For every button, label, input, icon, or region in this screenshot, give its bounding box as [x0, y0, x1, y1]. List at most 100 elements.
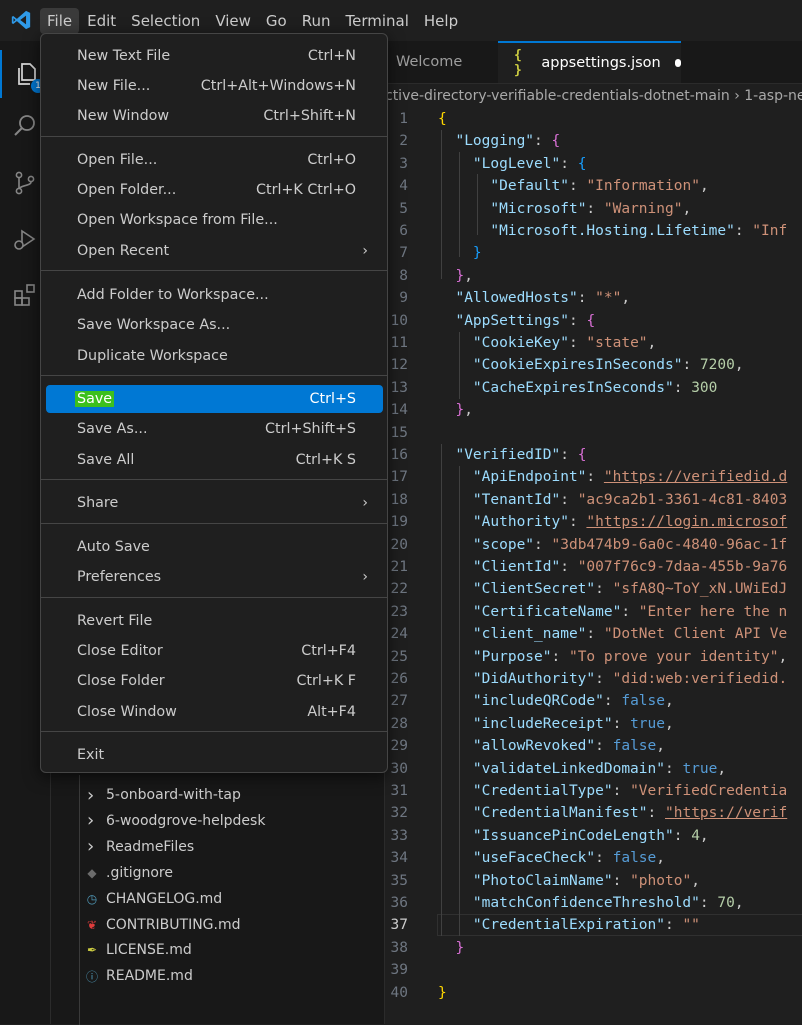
- menu-help[interactable]: Help: [417, 8, 465, 34]
- code-token: }: [472, 245, 482, 262]
- explorer-item[interactable]: › ReadmeFiles: [51, 834, 384, 860]
- code-token: "ApiEndpoint": [472, 469, 587, 486]
- tab-appsettings[interactable]: { } appsettings.json: [498, 41, 681, 83]
- menu-item-save[interactable]: Save Ctrl+S: [46, 385, 383, 413]
- menu-edit[interactable]: Edit: [80, 8, 123, 34]
- breadcrumb[interactable]: ctive-directory-verifiable-credentials-d…: [385, 84, 802, 108]
- code-text: "Default": "Information",: [438, 175, 709, 197]
- menu-view[interactable]: View: [208, 8, 258, 34]
- code-text: "CookieExpiresInSeconds": 7200,: [438, 354, 744, 376]
- code-token: ,: [734, 895, 744, 911]
- menu-item-label: Revert File: [77, 613, 153, 629]
- menu-item-add-folder-to-workspace[interactable]: Add Folder to Workspace...: [46, 281, 383, 309]
- code-token: }: [455, 267, 465, 284]
- menu-item-close-editor[interactable]: Close Editor Ctrl+F4: [46, 637, 383, 665]
- menu-item-save-as[interactable]: Save As... Ctrl+Shift+S: [46, 415, 383, 443]
- menu-item-label: Add Folder to Workspace...: [77, 287, 269, 303]
- code-text: "AppSettings": {: [438, 310, 595, 332]
- menu-item-close-window[interactable]: Close Window Alt+F4: [46, 698, 383, 726]
- code-token: ,: [699, 178, 709, 195]
- code-token: :: [682, 357, 700, 374]
- code-text: "CacheExpiresInSeconds": 300: [438, 377, 717, 399]
- menu-item-label: Save As...: [77, 421, 148, 437]
- code-line: 3 "LogLevel": {: [385, 153, 802, 175]
- menu-item-open-file[interactable]: Open File... Ctrl+O: [46, 146, 383, 174]
- tab-welcome[interactable]: Welcome: [385, 41, 497, 83]
- explorer-item-label: CONTRIBUTING.md: [106, 916, 241, 933]
- menu-item-preferences[interactable]: Preferences ›: [46, 563, 383, 591]
- menu-item-save-workspace-as[interactable]: Save Workspace As...: [46, 311, 383, 339]
- menu-item-share[interactable]: Share ›: [46, 489, 383, 517]
- code-token: "CredentialManifest": [472, 805, 648, 822]
- menu-item-open-recent[interactable]: Open Recent ›: [46, 237, 383, 265]
- code-token: "CacheExpiresInSeconds": [472, 379, 674, 396]
- code-line: 16 "VerifiedID": {: [385, 444, 802, 466]
- code-token: "Authority": [472, 514, 569, 531]
- menu-item-save-all[interactable]: Save All Ctrl+K S: [46, 446, 383, 474]
- menu-item-shortcut: Ctrl+O: [307, 152, 356, 168]
- code-line: 12 "CookieExpiresInSeconds": 7200,: [385, 354, 802, 376]
- menu-item-auto-save[interactable]: Auto Save: [46, 533, 383, 561]
- code-token: "ac9ca2b1-3361-4c81-8403: [577, 491, 788, 508]
- code-line: 7 }: [385, 242, 802, 264]
- explorer-item[interactable]: › 6-woodgrove-helpdesk: [51, 808, 384, 834]
- code-editor[interactable]: 1{2 "Logging": {3 "LogLevel": {4 "Defaul…: [385, 108, 802, 1024]
- menu-item-exit[interactable]: Exit: [46, 741, 383, 769]
- explorer-item[interactable]: ⓘ README.md: [51, 963, 384, 989]
- code-token: true: [630, 715, 665, 732]
- code-line: 2 "Logging": {: [385, 130, 802, 152]
- code-token: :: [612, 872, 631, 889]
- code-line: 34 "useFaceCheck": false,: [385, 847, 802, 869]
- line-number: 13: [390, 379, 408, 396]
- explorer-item[interactable]: ❦ CONTRIBUTING.md: [51, 912, 384, 938]
- menu-item-new-text-file[interactable]: New Text File Ctrl+N: [46, 42, 383, 70]
- menu-item-new-file[interactable]: New File... Ctrl+Alt+Windows+N: [46, 72, 383, 100]
- menu-item-label: Close Window: [77, 704, 177, 720]
- code-token: :: [664, 760, 683, 777]
- menu-item-label: Preferences: [77, 569, 162, 585]
- unsaved-dot-icon[interactable]: [674, 59, 681, 67]
- explorer-item[interactable]: ✒ LICENSE.md: [51, 937, 384, 963]
- menu-item-open-folder[interactable]: Open Folder... Ctrl+K Ctrl+O: [46, 176, 383, 204]
- menu-item-shortcut: Ctrl+Shift+S: [265, 421, 356, 437]
- code-line: 27 "includeQRCode": false,: [385, 690, 802, 712]
- menu-item-close-folder[interactable]: Close Folder Ctrl+K F: [46, 667, 383, 695]
- line-number: 29: [390, 738, 408, 755]
- menu-terminal[interactable]: Terminal: [339, 8, 416, 34]
- menu-item-new-window[interactable]: New Window Ctrl+Shift+N: [46, 102, 383, 130]
- explorer-item[interactable]: ◆ .gitignore: [51, 860, 384, 886]
- menu-selection[interactable]: Selection: [124, 8, 207, 34]
- menu-item-revert-file[interactable]: Revert File: [46, 607, 383, 635]
- menu-go[interactable]: Go: [259, 8, 294, 34]
- menu-item-label: New File...: [77, 78, 151, 94]
- code-token: ,: [734, 357, 744, 374]
- code-line: 9 "AllowedHosts": "*",: [385, 287, 802, 309]
- menu-separator: [41, 136, 387, 137]
- code-token: "https://verif: [665, 805, 788, 822]
- line-number: 31: [390, 783, 408, 799]
- explorer-item[interactable]: › 5-onboard-with-tap: [51, 782, 384, 808]
- code-text: "includeQRCode": false,: [438, 690, 674, 712]
- code-token: {: [586, 312, 596, 329]
- line-number: 35: [390, 872, 408, 889]
- menu-item-duplicate-workspace[interactable]: Duplicate Workspace: [46, 342, 383, 370]
- code-line: 11 "CookieKey": "state",: [385, 332, 802, 354]
- code-line: 23 "CertificateName": "Enter here the n: [385, 601, 802, 623]
- code-token: :: [551, 648, 569, 665]
- menu-file[interactable]: File: [40, 7, 80, 34]
- code-token: ,: [621, 290, 631, 307]
- code-token: :: [612, 783, 631, 799]
- menu-item-label: New Window: [77, 108, 170, 124]
- code-token: ,: [656, 738, 665, 755]
- explorer-item[interactable]: ◷ CHANGELOG.md: [51, 886, 384, 912]
- line-number: 39: [390, 962, 408, 979]
- code-token: "CertificateName": [472, 603, 622, 620]
- menu-item-open-workspace-from-file[interactable]: Open Workspace from File...: [46, 206, 383, 234]
- code-token: "DidAuthority": [472, 671, 596, 687]
- line-number: 22: [390, 581, 408, 598]
- menu-run[interactable]: Run: [295, 8, 338, 34]
- code-token: "ClientId": [472, 559, 561, 575]
